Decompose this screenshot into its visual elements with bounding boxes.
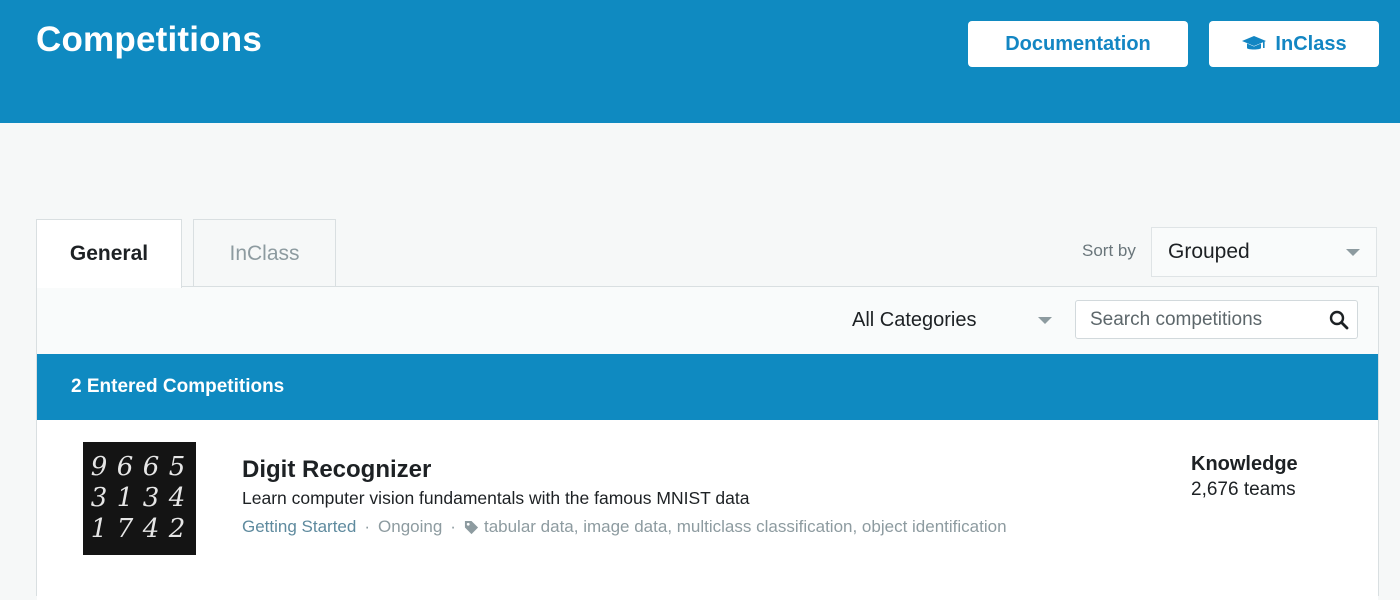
- thumbnail-digit: 1: [91, 514, 108, 544]
- tab-general-label: General: [69, 242, 149, 265]
- tab-inclass-label: InClass: [229, 241, 300, 265]
- competition-title[interactable]: Digit Recognizer: [242, 456, 431, 484]
- entered-competitions-header: 2 Entered Competitions: [37, 354, 1378, 420]
- chevron-down-icon: [1038, 317, 1052, 324]
- thumbnail-digit: 7: [117, 514, 134, 544]
- graduation-cap-icon: [1241, 35, 1267, 53]
- thumbnail-digit: 5: [169, 452, 186, 482]
- thumbnail-digit: 9: [91, 452, 108, 482]
- thumbnail-digit: 6: [117, 452, 134, 482]
- mnist-digits-image: 9 6 6 53 1 3 41 7 4 2: [91, 452, 186, 544]
- competition-thumbnail[interactable]: 966531341742: [83, 442, 196, 555]
- sort-select[interactable]: Grouped: [1151, 227, 1377, 277]
- chevron-down-icon: [1346, 249, 1360, 256]
- documentation-button[interactable]: Documentation: [968, 21, 1188, 67]
- page-header: Competitions Documentation InClass: [0, 0, 1400, 123]
- tab-inclass[interactable]: InClass: [193, 219, 336, 287]
- competitions-panel: All Categories 2 Entered Competitions 96…: [36, 286, 1379, 600]
- competition-reward: Knowledge: [1191, 453, 1298, 475]
- thumbnail-digit: 3: [143, 483, 160, 513]
- search-input[interactable]: [1088, 307, 1322, 332]
- competition-teams: 2,676 teams: [1191, 479, 1296, 500]
- search-icon[interactable]: [1329, 310, 1349, 335]
- sort-label: Sort by: [1082, 241, 1136, 260]
- documentation-button-label: Documentation: [1005, 32, 1151, 55]
- search-box: [1075, 300, 1358, 339]
- sort-select-value: Grouped: [1168, 240, 1250, 263]
- competition-description: Learn computer vision fundamentals with …: [242, 488, 750, 508]
- tab-general[interactable]: General: [36, 219, 182, 288]
- competition-tags: tabular data, image data, multiclass cla…: [483, 517, 1007, 536]
- inclass-button-label: InClass: [1275, 32, 1347, 55]
- competition-row[interactable]: 966531341742 Digit Recognizer Learn comp…: [37, 420, 1378, 600]
- thumbnail-digit: 2: [168, 514, 186, 544]
- category-select-value: All Categories: [852, 308, 977, 331]
- thumbnail-digit: 4: [142, 514, 160, 544]
- competition-status: Ongoing: [378, 517, 443, 536]
- thumbnail-digit: 6: [143, 452, 160, 482]
- inclass-button[interactable]: InClass: [1209, 21, 1379, 67]
- competition-meta: Getting Started · Ongoing · tabular data…: [242, 517, 1007, 537]
- section-title: 2 Entered Competitions: [71, 376, 285, 397]
- thumbnail-digit: 3: [91, 483, 108, 513]
- meta-separator: ·: [364, 517, 371, 536]
- category-select[interactable]: All Categories: [852, 301, 1052, 339]
- thumbnail-digit: 1: [117, 483, 134, 513]
- page-title: Competitions: [36, 20, 263, 59]
- tag-icon: [464, 520, 479, 535]
- thumbnail-digit: 4: [168, 483, 186, 513]
- competition-category-link[interactable]: Getting Started: [242, 517, 356, 537]
- meta-separator: ·: [450, 517, 456, 536]
